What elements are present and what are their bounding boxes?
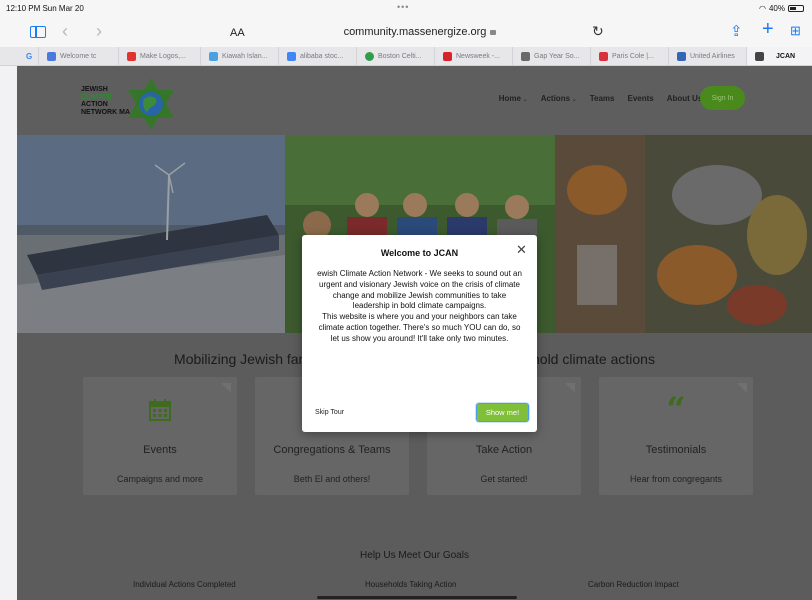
card-corner: [221, 383, 231, 393]
skip-tour-button[interactable]: Skip Tour: [315, 409, 344, 416]
share-icon[interactable]: ⇪: [730, 22, 743, 40]
wifi-icon: ◠: [759, 4, 766, 13]
site-header: JEWISH CLIMATE ACTION NETWORK MA Home Ac…: [17, 66, 812, 135]
show-me-button[interactable]: Show me!: [476, 403, 529, 422]
google-icon: G: [26, 51, 33, 61]
tab-gap-year[interactable]: Gap Year So...: [512, 47, 590, 65]
tab-jcan[interactable]: JCAN: [746, 47, 812, 65]
tab-united[interactable]: United Airlines: [668, 47, 746, 65]
calendar-icon: [83, 395, 237, 425]
status-bar: 12:10 PM Sun Mar 20 ••• ◠ 40%: [0, 0, 812, 17]
close-icon[interactable]: ✕: [516, 243, 527, 256]
goals-heading: Help Us Meet Our Goals: [360, 550, 469, 561]
card-title: Testimonials: [645, 444, 707, 456]
logo-line: JEWISH: [81, 86, 108, 93]
tab-label: Make Logos,...: [140, 52, 186, 60]
card-corner: [565, 383, 575, 393]
favicon-icon: [127, 51, 136, 61]
google-icon: [287, 51, 296, 61]
tab-newsweek[interactable]: Newsweek -...: [434, 47, 512, 65]
card-title: Events: [143, 444, 177, 456]
home-indicator[interactable]: [317, 596, 517, 599]
favicon-icon: [209, 51, 218, 61]
favicon-icon: [677, 51, 686, 61]
card-title: Congregations & Teams: [273, 444, 391, 456]
tab-google[interactable]: G: [0, 47, 38, 65]
modal-title: Welcome to JCAN: [380, 248, 459, 258]
url-text: community.massenergize.org: [343, 26, 487, 38]
tab-paris-cole[interactable]: Paris Cole |...: [590, 47, 668, 65]
new-tab-icon[interactable]: +: [762, 18, 774, 40]
tab-label: Newsweek -...: [456, 52, 500, 60]
tab-label: Gap Year So...: [534, 52, 580, 60]
card-testimonials[interactable]: “ Testimonials Hear from congregants: [599, 377, 753, 495]
stat-households: Households Taking Action: [365, 580, 457, 589]
welcome-modal: Welcome to JCAN ✕ ewish Climate Action N…: [302, 235, 537, 432]
main-nav: Home Actions Teams Events About Us: [499, 94, 709, 103]
site-logo[interactable]: JEWISH CLIMATE ACTION NETWORK MA: [77, 76, 197, 130]
browser-toolbar: ‹ › AA community.massenergize.org ↻ ⇪ + …: [0, 17, 812, 47]
favicon-icon: [365, 51, 374, 61]
reload-icon[interactable]: ↻: [592, 22, 604, 40]
quote-icon: “: [666, 390, 686, 430]
status-time: 12:10 PM Sun Mar 20: [6, 4, 84, 13]
logo-text: JEWISH CLIMATE ACTION NETWORK MA: [81, 86, 130, 116]
tab-label: Boston Celti...: [378, 52, 422, 60]
nav-home[interactable]: Home: [499, 94, 528, 103]
tab-boston-celtics[interactable]: Boston Celti...: [356, 47, 434, 65]
battery-icon: [788, 5, 804, 12]
tab-welcome[interactable]: Welcome tc: [38, 47, 118, 65]
stat-carbon-reduction: Carbon Reduction Impact: [588, 580, 679, 589]
modal-description: ewish Climate Action Network - We seeks …: [317, 269, 522, 311]
logo-line: ACTION: [81, 101, 108, 109]
card-title: Take Action: [475, 444, 533, 456]
nav-events[interactable]: Events: [628, 94, 654, 103]
nav-teams[interactable]: Teams: [590, 94, 615, 103]
card-subtitle: Beth El and others!: [293, 474, 371, 484]
tab-alibaba[interactable]: alibaba stoc...: [278, 47, 356, 65]
favicon-icon: [599, 51, 608, 61]
stat-individual-actions: Individual Actions Completed: [133, 580, 236, 589]
address-bar[interactable]: community.massenergize.org: [330, 26, 510, 38]
sign-in-button[interactable]: Sign In: [700, 86, 745, 110]
tab-label: alibaba stoc...: [300, 52, 344, 60]
text-size-button[interactable]: AA: [230, 27, 245, 39]
tab-kiawah[interactable]: Kiawah Islan...: [200, 47, 278, 65]
tab-label: Paris Cole |...: [612, 52, 654, 60]
back-icon[interactable]: ‹: [62, 21, 68, 41]
tab-overview-icon[interactable]: ⊞: [790, 22, 801, 40]
card-subtitle: Campaigns and more: [116, 474, 204, 484]
battery-indicator: ◠ 40%: [759, 4, 804, 13]
favicon-icon: [443, 51, 452, 61]
tab-label: Welcome tc: [60, 52, 97, 60]
logo-line: CLIMATE: [81, 93, 112, 101]
sidebar-toggle-icon[interactable]: [30, 26, 46, 38]
logo-line: NETWORK MA: [81, 108, 130, 116]
tab-label: United Airlines: [690, 52, 735, 60]
card-subtitle: Hear from congregants: [629, 474, 723, 484]
tab-label: JCAN: [776, 52, 796, 60]
close-tab-icon[interactable]: [755, 51, 764, 61]
multitasking-dots-icon[interactable]: •••: [397, 2, 409, 12]
forward-icon[interactable]: ›: [96, 21, 102, 41]
lock-icon: [490, 30, 497, 35]
card-events[interactable]: Events Campaigns and more: [83, 377, 237, 495]
modal-body: ewish Climate Action Network - We seeks …: [316, 269, 523, 345]
card-corner: [737, 383, 747, 393]
tab-bar: G Welcome tc Make Logos,... Kiawah Islan…: [0, 47, 812, 66]
battery-percent: 40%: [768, 4, 785, 13]
tab-label: Kiawah Islan...: [222, 52, 268, 60]
favicon-icon: [47, 51, 56, 61]
nav-actions[interactable]: Actions: [541, 94, 577, 103]
tab-make-logos[interactable]: Make Logos,...: [118, 47, 200, 65]
favicon-icon: [521, 51, 530, 61]
card-subtitle: Get started!: [480, 474, 528, 484]
modal-invite: This website is where you and your neigh…: [318, 312, 521, 343]
